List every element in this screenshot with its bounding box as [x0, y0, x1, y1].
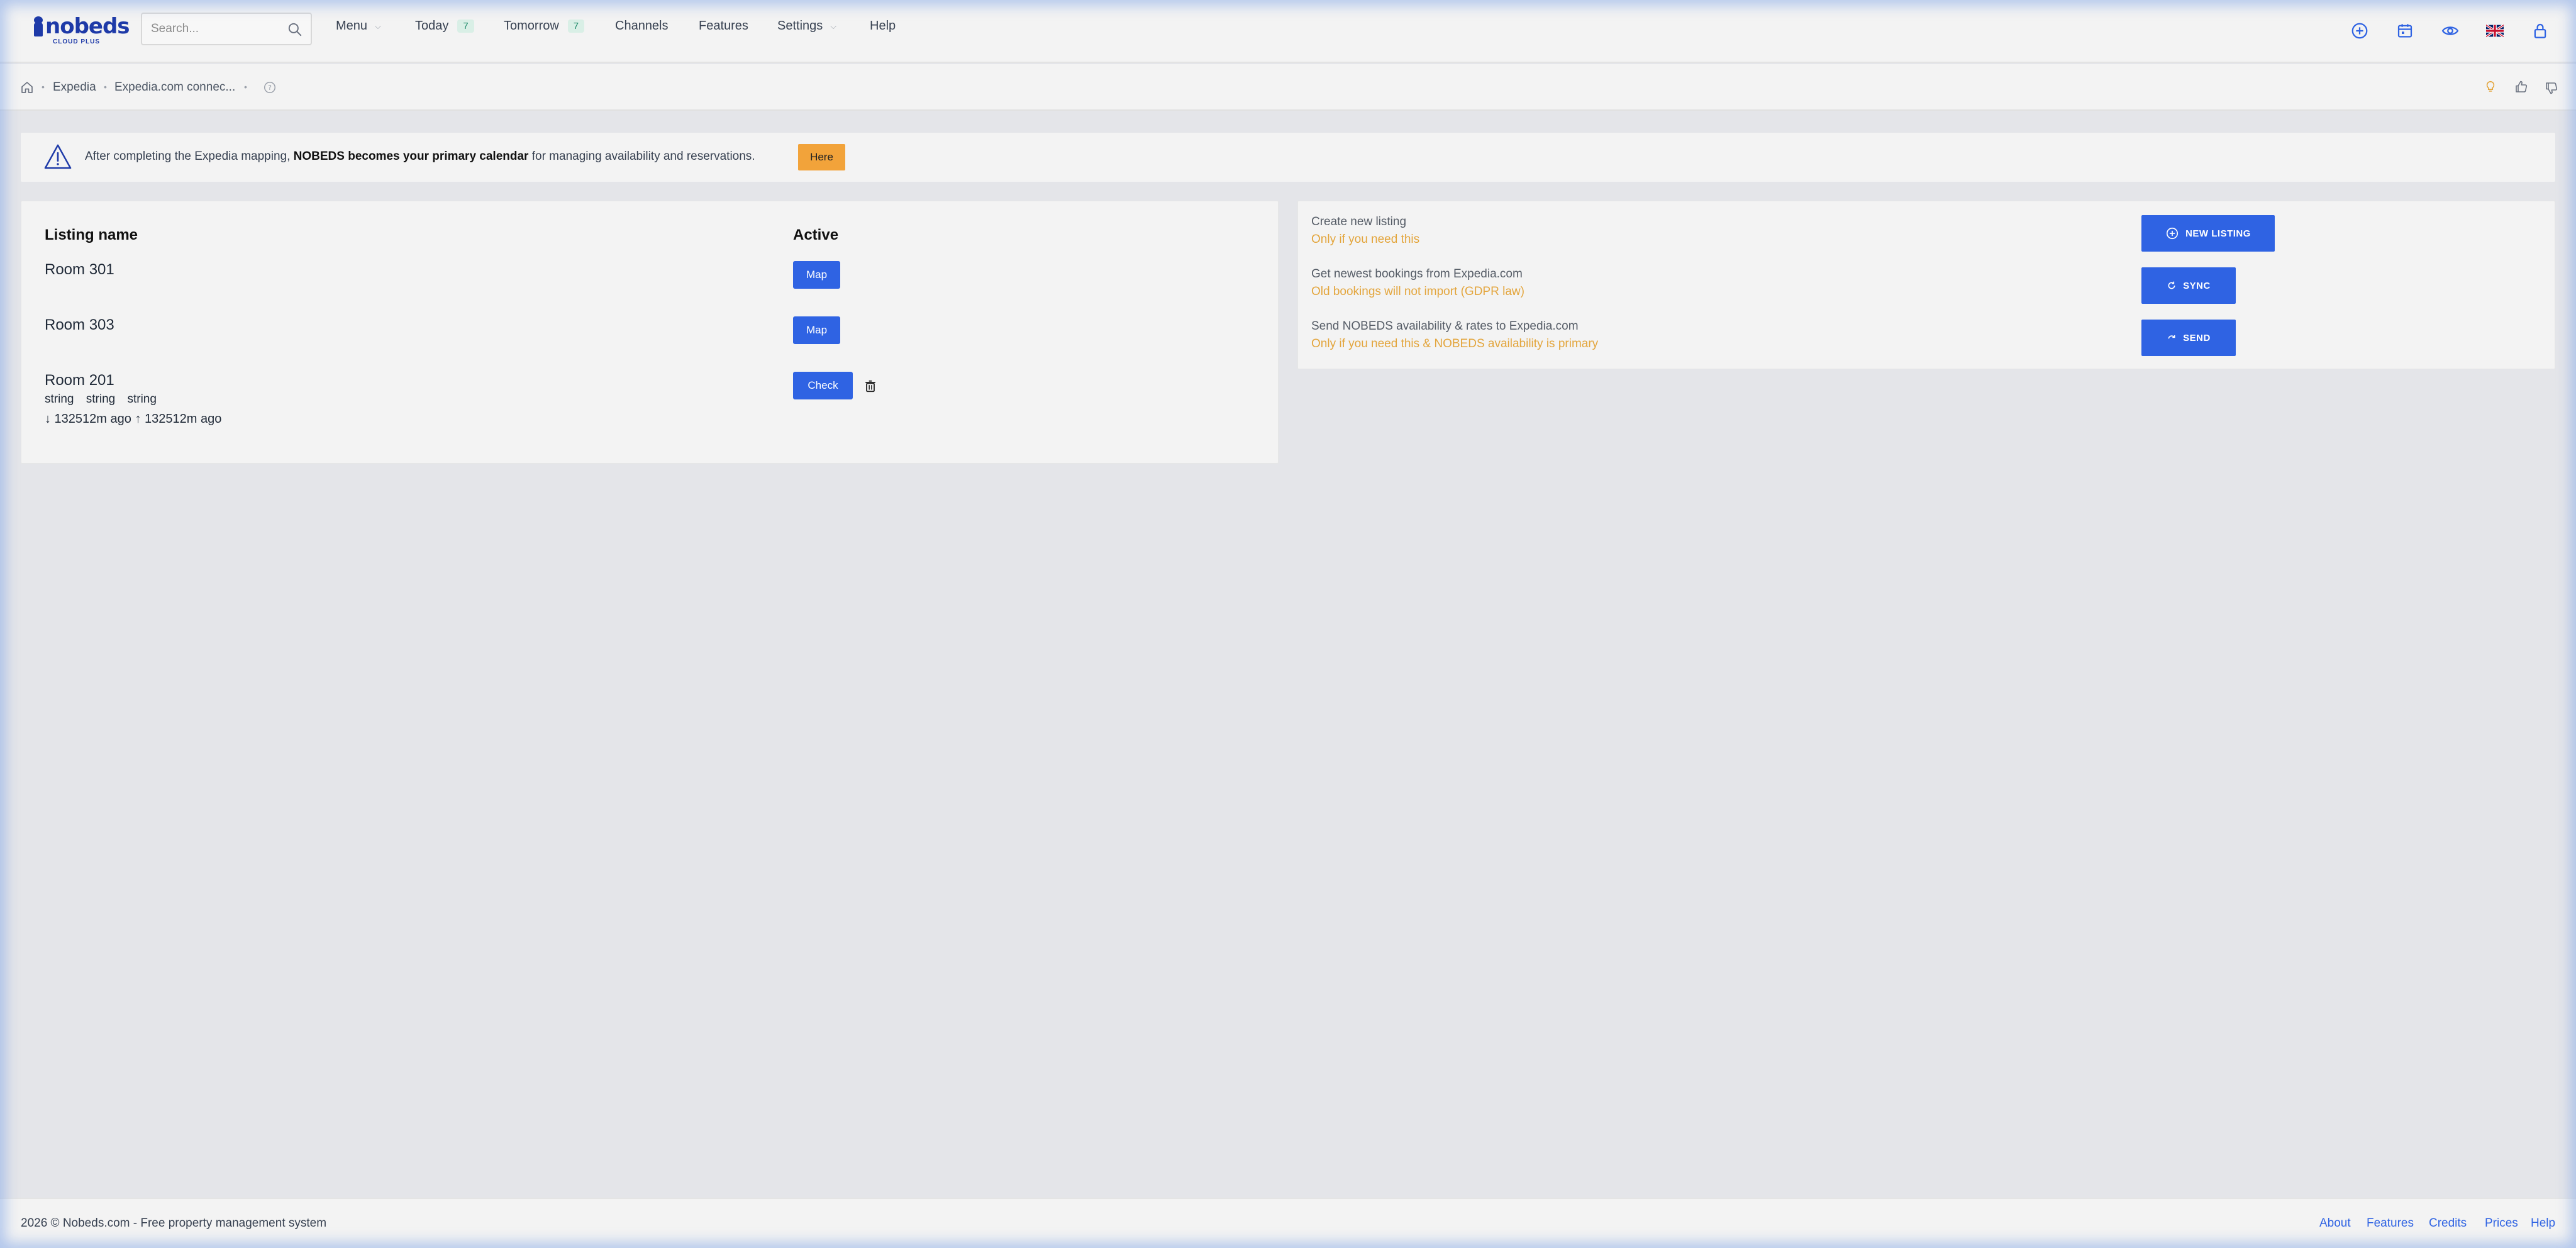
- breadcrumb-separator: •: [42, 82, 45, 92]
- map-button-room-301[interactable]: Map: [793, 261, 840, 289]
- eye-icon[interactable]: [2441, 21, 2460, 40]
- alert-message: After completing the Expedia mapping, NO…: [85, 150, 755, 164]
- sync-button[interactable]: SYNC: [2141, 267, 2236, 304]
- create-listing-note: Only if you need this: [1311, 233, 1420, 246]
- nav-features-label: Features: [699, 19, 748, 33]
- search-icon[interactable]: [287, 21, 303, 38]
- alert-text-before: After completing the Expedia mapping,: [85, 150, 294, 163]
- breadcrumb-separator: •: [244, 82, 247, 92]
- nav-menu-label: Menu: [336, 19, 368, 33]
- send-button-label: SEND: [2183, 332, 2211, 343]
- top-navbar: nobeds CLOUD PLUS Menu ⌵ Today 7 Tomorro…: [0, 0, 2576, 63]
- new-listing-button-label: NEW LISTING: [2185, 228, 2251, 239]
- nav-features[interactable]: Features: [699, 19, 748, 33]
- breadcrumb-expedia[interactable]: Expedia: [53, 81, 96, 94]
- sync-bookings-note: Old bookings will not import (GDPR law): [1311, 285, 1524, 298]
- search-box: [141, 13, 312, 45]
- nav-channels-label: Channels: [615, 19, 669, 33]
- calendar-icon[interactable]: [2396, 21, 2414, 40]
- search-input[interactable]: [151, 21, 283, 36]
- breadcrumb: • Expedia • Expedia.com connec... • ?: [0, 64, 2576, 111]
- listing-name-room-301: Room 301: [45, 261, 114, 278]
- here-button[interactable]: Here: [798, 144, 845, 170]
- footer-link-help[interactable]: Help: [2531, 1217, 2555, 1230]
- footer-link-prices[interactable]: Prices: [2485, 1217, 2518, 1230]
- upload-icon: [2168, 335, 2175, 339]
- listing-name-room-201: Room 201: [45, 372, 114, 389]
- refresh-icon: [2168, 281, 2175, 289]
- alert-text-after: for managing availability and reservatio…: [528, 150, 755, 163]
- alert-text-bold: NOBEDS becomes your primary calendar: [293, 150, 529, 163]
- lock-icon[interactable]: [2531, 21, 2550, 40]
- lightbulb-icon[interactable]: [2484, 79, 2497, 94]
- svg-text:?: ?: [268, 84, 272, 92]
- plus-circle-icon: [2167, 227, 2179, 240]
- actions-card: Create new listing Only if you need this…: [1297, 201, 2555, 369]
- listing-sync-status: ↓ 132512m ago ↑ 132512m ago: [45, 412, 222, 426]
- listing-tags-room-201: string string string: [45, 393, 157, 406]
- nav-settings-label: Settings: [777, 19, 823, 33]
- listings-card: Listing name Active Room 301 Map Room 30…: [21, 201, 1279, 464]
- check-button-room-201[interactable]: Check: [793, 372, 853, 399]
- tomorrow-count-badge: 7: [567, 20, 585, 33]
- active-header: Active: [793, 226, 839, 243]
- thumbs-down-icon[interactable]: [2544, 81, 2559, 96]
- nav-menu[interactable]: Menu ⌵: [336, 19, 381, 33]
- footer: 2026 © Nobeds.com - Free property manage…: [0, 1198, 2576, 1248]
- footer-link-about[interactable]: About: [2319, 1217, 2351, 1230]
- new-listing-button[interactable]: NEW LISTING: [2141, 215, 2275, 252]
- breadcrumb-expedia-connection[interactable]: Expedia.com connec...: [114, 81, 235, 94]
- logo-tagline: CLOUD PLUS: [53, 38, 100, 45]
- nav-help-label: Help: [870, 19, 896, 33]
- send-button[interactable]: SEND: [2141, 320, 2236, 356]
- listing-name-header: Listing name: [45, 226, 138, 243]
- listing-name-room-303: Room 303: [45, 316, 114, 333]
- send-availability-note: Only if you need this & NOBEDS availabil…: [1311, 337, 1599, 350]
- nav-tomorrow-label: Tomorrow: [504, 19, 559, 33]
- nav-today-label: Today: [415, 19, 449, 33]
- logo-text: nobeds: [45, 14, 130, 39]
- sync-button-label: SYNC: [2183, 280, 2211, 291]
- today-count-badge: 7: [457, 20, 474, 33]
- sync-bookings-title: Get newest bookings from Expedia.com: [1311, 267, 1523, 281]
- footer-link-credits[interactable]: Credits: [2429, 1217, 2467, 1230]
- chevron-down-icon: ⌵: [375, 21, 381, 31]
- plus-circle-icon[interactable]: [2350, 21, 2369, 40]
- nav-settings[interactable]: Settings ⌵: [777, 19, 836, 33]
- chevron-down-icon: ⌵: [830, 21, 837, 31]
- help-circle-icon[interactable]: ?: [263, 81, 277, 94]
- trash-icon[interactable]: [863, 379, 877, 394]
- nav-today[interactable]: Today 7: [415, 19, 474, 33]
- send-availability-title: Send NOBEDS availability & rates to Expe…: [1311, 320, 1579, 333]
- mapping-alert: After completing the Expedia mapping, NO…: [21, 133, 2555, 182]
- nav-channels[interactable]: Channels: [615, 19, 669, 33]
- warning-triangle-icon: [44, 144, 72, 169]
- uk-flag-icon[interactable]: [2486, 25, 2504, 37]
- nav-help[interactable]: Help: [870, 19, 896, 33]
- footer-link-features[interactable]: Features: [2367, 1217, 2414, 1230]
- breadcrumb-separator: •: [104, 82, 107, 92]
- map-button-room-303[interactable]: Map: [793, 316, 840, 344]
- thumbs-up-icon[interactable]: [2514, 79, 2529, 94]
- window-frame: [0, 0, 2576, 1248]
- nav-tomorrow[interactable]: Tomorrow 7: [504, 19, 585, 33]
- footer-copyright: 2026 © Nobeds.com - Free property manage…: [21, 1217, 327, 1230]
- home-icon[interactable]: [19, 80, 35, 95]
- logo-mark-icon: [33, 16, 44, 38]
- create-listing-title: Create new listing: [1311, 215, 1407, 228]
